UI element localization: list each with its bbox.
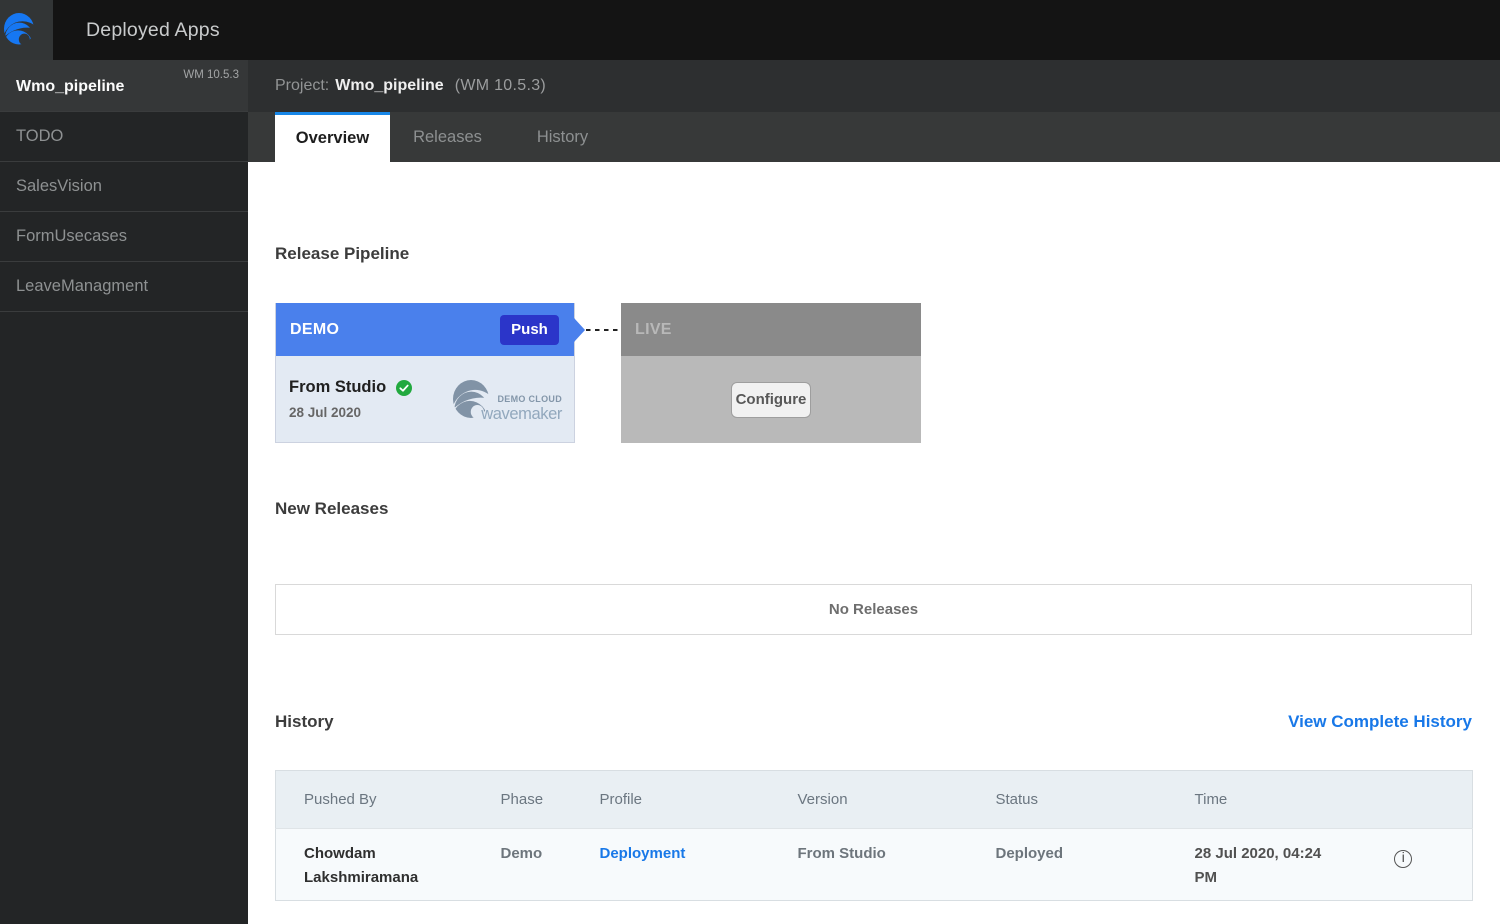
cell-profile: Deployment bbox=[600, 829, 798, 901]
history-title: History bbox=[275, 712, 334, 732]
demo-card-body: From Studio 28 Jul 2020 bbox=[276, 356, 574, 442]
history-header: History View Complete History bbox=[275, 712, 1472, 732]
sidebar-item-todo[interactable]: TODO bbox=[0, 112, 248, 162]
sidebar-item-label: Wmo_pipeline bbox=[16, 78, 124, 96]
history-table-body: Chowdam Lakshmiramana Demo Deployment Fr… bbox=[276, 829, 1473, 901]
history-table-head: Pushed By Phase Profile Version Status T… bbox=[276, 771, 1473, 829]
live-phase-label: LIVE bbox=[635, 321, 672, 339]
sidebar-item-formusecases[interactable]: FormUsecases bbox=[0, 212, 248, 262]
wavemaker-logo-icon bbox=[4, 13, 34, 45]
cell-status: Deployed bbox=[996, 829, 1195, 901]
tab-history[interactable]: History bbox=[505, 112, 620, 162]
sidebar-item-leavemanagment[interactable]: LeaveManagment bbox=[0, 262, 248, 312]
history-header-row: Pushed By Phase Profile Version Status T… bbox=[276, 771, 1473, 829]
sidebar-item-wmo-pipeline[interactable]: Wmo_pipeline WM 10.5.3 bbox=[0, 60, 248, 112]
brand-text-stack: DEMO CLOUD wavemaker bbox=[481, 394, 562, 423]
col-pushed-by: Pushed By bbox=[276, 771, 501, 829]
configure-button[interactable]: Configure bbox=[731, 382, 811, 418]
info-icon[interactable]: i bbox=[1394, 850, 1412, 868]
project-version: (WM 10.5.3) bbox=[455, 77, 546, 95]
no-releases-box: No Releases bbox=[275, 584, 1472, 635]
sidebar-item-salesvision[interactable]: SalesVision bbox=[0, 162, 248, 212]
col-profile: Profile bbox=[600, 771, 798, 829]
release-info: From Studio 28 Jul 2020 bbox=[289, 378, 412, 420]
top-bar: Deployed Apps bbox=[0, 0, 1500, 60]
release-date-label: 28 Jul 2020 bbox=[289, 405, 412, 420]
demo-cloud-label: DEMO CLOUD bbox=[498, 394, 563, 405]
sidebar-item-label: SalesVision bbox=[16, 177, 102, 196]
demo-phase-label: DEMO bbox=[290, 321, 339, 339]
demo-card-header: DEMO Push bbox=[276, 303, 574, 356]
tab-overview[interactable]: Overview bbox=[275, 112, 390, 162]
app-shell: Wmo_pipeline WM 10.5.3 TODO SalesVision … bbox=[0, 60, 1500, 924]
cell-phase: Demo bbox=[501, 829, 600, 901]
col-phase: Phase bbox=[501, 771, 600, 829]
col-time: Time bbox=[1195, 771, 1335, 829]
release-name-row: From Studio bbox=[289, 378, 412, 397]
release-version-label: From Studio bbox=[289, 378, 386, 397]
sidebar-item-version: WM 10.5.3 bbox=[183, 69, 239, 81]
cell-version: From Studio bbox=[798, 829, 996, 901]
sidebar: Wmo_pipeline WM 10.5.3 TODO SalesVision … bbox=[0, 60, 248, 924]
page-title: Deployed Apps bbox=[86, 0, 220, 60]
push-button[interactable]: Push bbox=[500, 315, 559, 345]
project-label: Project: bbox=[275, 77, 329, 95]
project-name: Wmo_pipeline bbox=[335, 77, 443, 95]
pipeline-connector bbox=[575, 303, 621, 356]
col-status: Status bbox=[996, 771, 1195, 829]
sidebar-item-label: TODO bbox=[16, 127, 63, 146]
live-card-header: LIVE bbox=[621, 303, 921, 356]
col-version: Version bbox=[798, 771, 996, 829]
project-bar: Project: Wmo_pipeline (WM 10.5.3) bbox=[248, 60, 1500, 112]
overview-panel: Release Pipeline DEMO Push From Studio bbox=[248, 162, 1500, 924]
main-panel: Project: Wmo_pipeline (WM 10.5.3) Overvi… bbox=[248, 60, 1500, 924]
check-circle-icon bbox=[396, 380, 412, 396]
history-row: Chowdam Lakshmiramana Demo Deployment Fr… bbox=[276, 829, 1473, 901]
wavemaker-logo-cell[interactable] bbox=[0, 0, 53, 60]
cell-time: 28 Jul 2020, 04:24 PM bbox=[1195, 829, 1335, 901]
demo-phase-card: DEMO Push From Studio bbox=[275, 303, 575, 443]
wavemaker-brand-label: wavemaker bbox=[481, 405, 562, 423]
no-releases-text: No Releases bbox=[829, 601, 918, 618]
pipeline-dashed-line bbox=[586, 329, 621, 331]
history-table: Pushed By Phase Profile Version Status T… bbox=[275, 770, 1473, 901]
deployment-link[interactable]: Deployment bbox=[600, 845, 686, 862]
tab-releases[interactable]: Releases bbox=[390, 112, 505, 162]
cell-actions: i bbox=[1335, 829, 1473, 901]
new-releases-title: New Releases bbox=[275, 499, 1472, 519]
col-actions bbox=[1335, 771, 1473, 829]
release-pipeline: DEMO Push From Studio bbox=[275, 303, 1472, 443]
release-pipeline-title: Release Pipeline bbox=[275, 162, 1472, 264]
cell-pushed-by: Chowdam Lakshmiramana bbox=[276, 829, 501, 901]
demo-cloud-brand: DEMO CLOUD wavemaker bbox=[453, 380, 562, 418]
tab-bar: Overview Releases History bbox=[248, 112, 1500, 162]
live-card-body: Configure bbox=[621, 356, 921, 443]
sidebar-item-label: FormUsecases bbox=[16, 227, 127, 246]
sidebar-item-label: LeaveManagment bbox=[16, 277, 148, 296]
view-complete-history-link[interactable]: View Complete History bbox=[1288, 712, 1472, 732]
live-phase-card: LIVE Configure bbox=[621, 303, 921, 443]
